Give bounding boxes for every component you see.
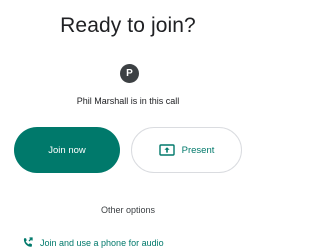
phone-forwarded-icon bbox=[22, 237, 34, 249]
phone-audio-link[interactable]: Join and use a phone for audio bbox=[22, 236, 164, 250]
join-now-button[interactable]: Join now bbox=[14, 127, 120, 173]
join-panel: Ready to join? P Phil Marshall is in thi… bbox=[0, 0, 256, 252]
join-now-label: Join now bbox=[48, 144, 86, 156]
page-title: Ready to join? bbox=[60, 14, 196, 37]
present-to-all-icon bbox=[158, 144, 175, 156]
present-button[interactable]: Present bbox=[131, 127, 242, 173]
avatar: P bbox=[120, 64, 139, 83]
other-options-link[interactable]: Other options bbox=[0, 205, 256, 215]
phone-audio-label: Join and use a phone for audio bbox=[40, 238, 164, 248]
present-label: Present bbox=[181, 144, 215, 156]
participant-status: Phil Marshall is in this call bbox=[76, 96, 180, 106]
